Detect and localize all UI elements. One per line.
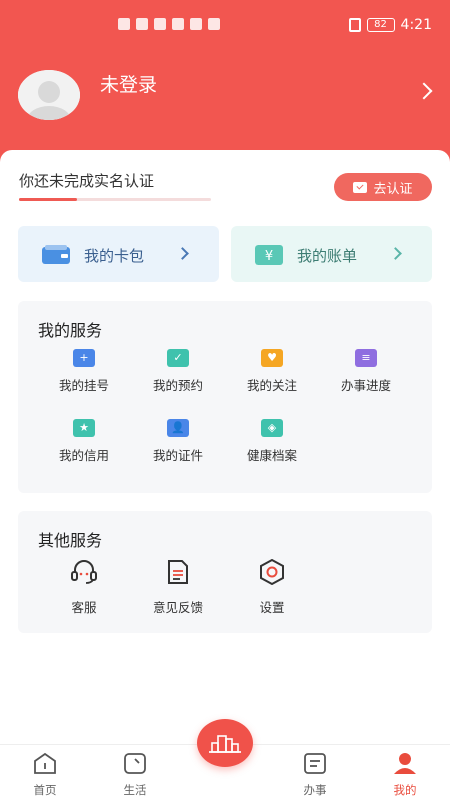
heart-icon: ♥ xyxy=(261,349,283,367)
center-action-button[interactable] xyxy=(197,719,253,767)
id-card-icon: 👤 xyxy=(167,419,189,437)
service-icon-glyph: ★ xyxy=(79,421,89,434)
affairs-icon xyxy=(304,753,326,774)
tab-label: 生活 xyxy=(123,783,147,797)
verify-button[interactable]: 去认证 xyxy=(334,173,432,201)
verification-progress-fill xyxy=(19,198,77,201)
app-icon xyxy=(190,18,202,30)
tab-profile[interactable]: 我的 xyxy=(375,751,435,798)
my-service-item[interactable]: ★ 我的信用 xyxy=(37,419,131,464)
my-service-item[interactable]: 👤 我的证件 xyxy=(131,419,225,464)
my-service-label: 我的挂号 xyxy=(58,378,109,393)
other-service-label: 客服 xyxy=(71,600,97,615)
bill-icon: ¥ xyxy=(255,245,283,265)
chevron-right-icon xyxy=(176,247,189,260)
other-service-item[interactable]: 客服 xyxy=(37,559,131,616)
feedback-document-icon xyxy=(168,560,188,584)
service-icon-glyph: ◈ xyxy=(267,421,277,434)
profile-icon xyxy=(394,753,416,774)
verification-prompt: 你还未完成实名认证 xyxy=(19,172,155,190)
my-service-item[interactable]: ✓ 我的预约 xyxy=(131,349,225,394)
wallet-card-label: 我的卡包 xyxy=(84,247,145,265)
tab-label: 我的 xyxy=(393,783,417,797)
clock: 4:21 xyxy=(400,17,432,33)
bill-card-label: 我的账单 xyxy=(297,247,358,265)
other-services-panel: 其他服务 客服 意见反馈 设置 xyxy=(18,511,432,633)
register-icon: + xyxy=(73,349,95,367)
service-icon-glyph: ≡ xyxy=(361,351,371,364)
credit-shield-icon: ★ xyxy=(73,419,95,437)
life-icon xyxy=(124,753,146,774)
service-icon-glyph: 👤 xyxy=(171,421,185,434)
other-service-label: 意见反馈 xyxy=(152,600,203,615)
my-service-label: 我的关注 xyxy=(246,378,297,393)
content-area: 你还未完成实名认证 去认证 我的卡包 ¥ 我的账单 我的服务 + 我的挂号 ✓ 我的预… xyxy=(0,150,450,750)
wallet-card[interactable]: 我的卡包 xyxy=(18,226,219,282)
bill-icon-glyph: ¥ xyxy=(265,249,273,264)
other-service-item[interactable]: 设置 xyxy=(225,558,319,616)
battery-indicator: 82 xyxy=(366,18,395,32)
verify-icon xyxy=(353,181,368,193)
my-service-item[interactable]: ◈ 健康档案 xyxy=(225,419,319,464)
chevron-right-icon xyxy=(389,247,402,260)
app-icon xyxy=(208,18,220,30)
my-service-label: 办事进度 xyxy=(340,378,391,393)
service-icon-glyph: ✓ xyxy=(173,351,183,364)
other-service-item[interactable]: 意见反馈 xyxy=(131,559,225,616)
vibrate-icon xyxy=(348,18,361,32)
my-service-item[interactable]: ≡ 办事进度 xyxy=(319,349,413,394)
my-services-panel: 我的服务 + 我的挂号 ✓ 我的预约 ♥ 我的关注 ≡ 办事进度 ★ 我的信用 👤 我的证件 ◈ 健康档案 xyxy=(18,301,432,493)
my-service-label: 我的证件 xyxy=(152,448,203,463)
my-service-item[interactable]: + 我的挂号 xyxy=(37,349,131,394)
verification-progress xyxy=(19,198,211,201)
my-service-item[interactable]: ♥ 我的关注 xyxy=(225,349,319,394)
headset-icon xyxy=(71,560,97,584)
tab-life[interactable]: 生活 xyxy=(105,751,165,798)
progress-icon: ≡ xyxy=(355,349,377,367)
my-service-label: 健康档案 xyxy=(246,448,297,463)
login-status[interactable]: 未登录 xyxy=(100,70,157,97)
my-services-title: 我的服务 xyxy=(38,321,103,340)
my-service-label: 我的预约 xyxy=(152,378,203,393)
status-right: 82 4:21 xyxy=(348,17,432,33)
notification-icon xyxy=(118,18,130,30)
status-bar: 82 4:21 xyxy=(0,0,450,50)
bill-card[interactable]: ¥ 我的账单 xyxy=(231,226,432,282)
home-icon xyxy=(34,752,56,774)
tab-label: 首页 xyxy=(33,783,57,797)
appointment-icon: ✓ xyxy=(167,349,189,367)
service-icon-glyph: ♥ xyxy=(267,351,277,364)
other-service-label: 设置 xyxy=(259,600,285,615)
tab-home[interactable]: 首页 xyxy=(15,751,75,798)
notification-icons xyxy=(118,18,220,30)
tab-affairs[interactable]: 办事 xyxy=(285,751,345,798)
other-services-title: 其他服务 xyxy=(38,531,103,550)
service-icon-glyph: + xyxy=(79,351,89,364)
default-avatar-icon xyxy=(18,70,80,120)
my-service-label: 我的信用 xyxy=(58,448,109,463)
wallet-icon xyxy=(42,245,70,264)
wifi-icon xyxy=(136,18,148,30)
app-icon xyxy=(172,18,184,30)
verify-button-label: 去认证 xyxy=(373,181,413,197)
health-record-icon: ◈ xyxy=(261,419,283,437)
city-buildings-icon xyxy=(209,735,241,753)
avatar[interactable] xyxy=(18,70,80,120)
tab-label: 办事 xyxy=(303,783,327,797)
app-icon xyxy=(154,18,166,30)
settings-hexagon-icon xyxy=(260,558,284,586)
